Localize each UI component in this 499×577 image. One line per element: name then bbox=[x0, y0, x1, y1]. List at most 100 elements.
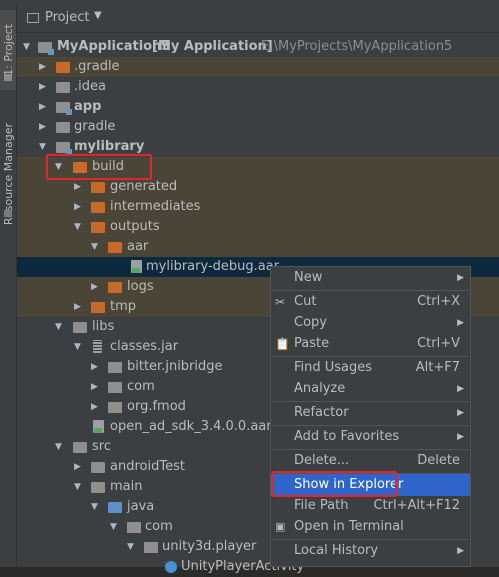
menu-item-copy[interactable]: Copy ▶ bbox=[271, 312, 470, 334]
tree-label: com bbox=[145, 519, 173, 534]
collapse-arrow-icon[interactable]: ▶ bbox=[39, 77, 46, 97]
collapse-arrow-icon[interactable]: ▶ bbox=[74, 297, 81, 317]
tree-label: mylibrary-debug.aar bbox=[146, 259, 280, 274]
submenu-arrow-icon: ▶ bbox=[457, 384, 464, 394]
expand-arrow-icon[interactable]: ▼ bbox=[23, 37, 30, 57]
folder-icon bbox=[91, 482, 105, 493]
tree-row-intermediates[interactable]: ▶ intermediates bbox=[17, 197, 499, 217]
collapse-arrow-icon[interactable]: ▶ bbox=[91, 357, 98, 377]
expand-arrow-icon[interactable]: ▼ bbox=[55, 317, 62, 337]
clipboard-icon: 📋 bbox=[275, 337, 290, 351]
menu-item-delete[interactable]: Delete... Delete bbox=[271, 450, 470, 472]
tree-row-build[interactable]: ▼ build bbox=[17, 157, 499, 177]
tree-label: java bbox=[127, 499, 155, 514]
menu-item-add-to-favorites[interactable]: Add to Favorites ▶ bbox=[271, 426, 470, 448]
menu-item-label: Refactor bbox=[294, 405, 349, 420]
collapse-arrow-icon[interactable]: ▶ bbox=[74, 177, 81, 197]
tree-label: org.fmod bbox=[127, 399, 186, 414]
excluded-folder-icon bbox=[56, 62, 70, 73]
folder-icon bbox=[56, 82, 70, 93]
menu-item-analyze[interactable]: Analyze ▶ bbox=[271, 378, 470, 400]
tree-label: com bbox=[127, 379, 155, 394]
submenu-arrow-icon: ▶ bbox=[457, 318, 464, 328]
menu-item-new[interactable]: New ▶ bbox=[271, 267, 470, 289]
menu-item-local-history[interactable]: Local History ▶ bbox=[271, 540, 470, 562]
tree-label: tmp bbox=[110, 299, 137, 314]
module-folder-icon bbox=[38, 42, 54, 55]
resource-manager-tab[interactable]: Resource Manager bbox=[0, 104, 16, 244]
project-tool-tab-label: 1: Project bbox=[1, 24, 15, 76]
collapse-arrow-icon[interactable]: ▶ bbox=[91, 377, 98, 397]
tree-label: outputs bbox=[110, 219, 160, 234]
expand-arrow-icon[interactable]: ▼ bbox=[74, 477, 81, 497]
expand-arrow-icon[interactable]: ▼ bbox=[127, 537, 134, 557]
menu-item-label: New bbox=[294, 270, 323, 285]
tree-label: androidTest bbox=[110, 459, 185, 474]
collapse-arrow-icon[interactable]: ▶ bbox=[39, 57, 46, 77]
collapse-arrow-icon[interactable]: ▶ bbox=[91, 277, 98, 297]
expand-arrow-icon[interactable]: ▼ bbox=[74, 337, 81, 357]
expand-arrow-icon[interactable]: ▼ bbox=[110, 517, 117, 537]
tree-row-outputs[interactable]: ▼ outputs bbox=[17, 217, 499, 237]
folder-icon bbox=[73, 322, 87, 333]
collapse-arrow-icon[interactable]: ▶ bbox=[39, 117, 46, 137]
tree-row-mylibrary[interactable]: ▼ mylibrary bbox=[17, 137, 499, 157]
menu-item-label: Copy bbox=[294, 315, 327, 330]
menu-item-label: Find Usages bbox=[294, 360, 373, 375]
expand-arrow-icon[interactable]: ▼ bbox=[55, 157, 62, 177]
menu-item-shortcut: Alt+F7 bbox=[415, 360, 460, 375]
menu-item-label: Delete... bbox=[294, 453, 350, 468]
tree-label: intermediates bbox=[110, 199, 201, 214]
expand-arrow-icon[interactable]: ▼ bbox=[55, 437, 62, 457]
tree-row-aar[interactable]: ▼ aar bbox=[17, 237, 499, 257]
tree-row-gradle-hidden[interactable]: ▶ .gradle bbox=[17, 57, 499, 77]
resource-manager-icon bbox=[4, 210, 12, 217]
tree-label: .gradle bbox=[74, 59, 120, 74]
package-icon bbox=[144, 542, 158, 553]
tree-label: classes.jar bbox=[110, 339, 179, 354]
folder-icon bbox=[56, 122, 70, 133]
menu-item-show-in-explorer[interactable]: Show in Explorer bbox=[271, 474, 470, 496]
expand-arrow-icon[interactable]: ▼ bbox=[39, 137, 46, 157]
menu-item-open-in-terminal[interactable]: ▣ Open in Terminal bbox=[271, 516, 470, 538]
expand-arrow-icon[interactable]: ▼ bbox=[74, 217, 81, 237]
project-folder-icon bbox=[4, 74, 12, 81]
tree-row-app[interactable]: ▶ app bbox=[17, 97, 499, 117]
submenu-arrow-icon: ▶ bbox=[457, 273, 464, 283]
package-icon bbox=[108, 382, 122, 393]
menu-item-file-path[interactable]: File Path Ctrl+Alt+F12 bbox=[271, 495, 470, 517]
tree-label: gradle bbox=[74, 119, 116, 134]
collapse-arrow-icon[interactable]: ▶ bbox=[91, 397, 98, 417]
menu-item-paste[interactable]: 📋 Paste Ctrl+V bbox=[271, 333, 470, 355]
submenu-arrow-icon: ▶ bbox=[457, 546, 464, 556]
aar-file-icon bbox=[131, 260, 142, 273]
project-view-selector[interactable]: Project bbox=[45, 10, 89, 25]
excluded-folder-icon bbox=[91, 202, 105, 213]
project-panel-header: Project ▼ bbox=[17, 4, 499, 33]
terminal-icon: ▣ bbox=[275, 520, 286, 533]
menu-item-find-usages[interactable]: Find Usages Alt+F7 bbox=[271, 357, 470, 379]
tree-row-idea[interactable]: ▶ .idea bbox=[17, 77, 499, 97]
menu-item-cut[interactable]: ✂ Cut Ctrl+X bbox=[271, 291, 470, 313]
excluded-folder-icon bbox=[91, 302, 105, 313]
project-view-icon bbox=[27, 13, 39, 23]
context-menu: New ▶ ✂ Cut Ctrl+X Copy ▶ 📋 Paste Ctrl+V… bbox=[270, 266, 471, 567]
chevron-down-icon[interactable]: ▼ bbox=[94, 10, 102, 21]
menu-item-label: Analyze bbox=[294, 381, 346, 396]
tree-row-gradle[interactable]: ▶ gradle bbox=[17, 117, 499, 137]
jar-file-icon bbox=[93, 340, 102, 353]
folder-icon bbox=[73, 442, 87, 453]
expand-arrow-icon[interactable]: ▼ bbox=[91, 237, 98, 257]
menu-item-refactor[interactable]: Refactor ▶ bbox=[271, 402, 470, 424]
tree-row-generated[interactable]: ▶ generated bbox=[17, 177, 499, 197]
tree-label: src bbox=[92, 439, 111, 454]
package-icon bbox=[108, 402, 122, 413]
expand-arrow-icon[interactable]: ▼ bbox=[91, 497, 98, 517]
tree-label: build bbox=[92, 159, 124, 174]
collapse-arrow-icon[interactable]: ▶ bbox=[74, 197, 81, 217]
collapse-arrow-icon[interactable]: ▶ bbox=[39, 97, 46, 117]
tree-label: aar bbox=[127, 239, 149, 254]
menu-item-shortcut: Ctrl+Alt+F12 bbox=[373, 498, 460, 513]
tree-row-root[interactable]: ▼ MyApplication5 [My Application] E:\MyP… bbox=[17, 37, 499, 57]
collapse-arrow-icon[interactable]: ▶ bbox=[74, 457, 81, 477]
